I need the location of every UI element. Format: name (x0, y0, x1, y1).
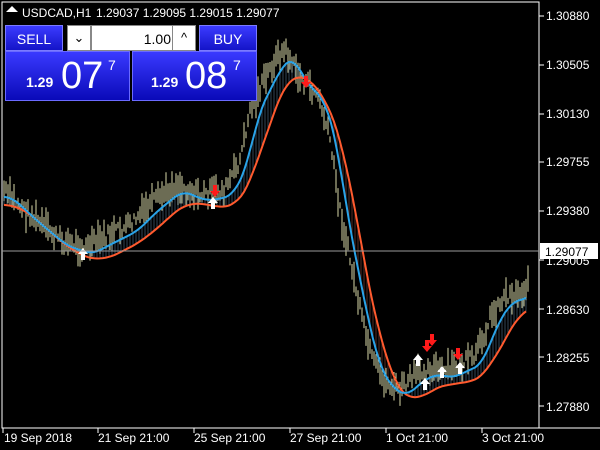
time-label: 19 Sep 2018 (4, 431, 72, 445)
sell-button[interactable]: SELL (5, 25, 63, 51)
buy-price-button[interactable]: 1.29 08 7 (132, 51, 257, 101)
price-label: 1.30880 (546, 9, 590, 23)
buy-price-pips: 08 (185, 55, 228, 97)
time-label: 21 Sep 21:00 (98, 431, 170, 445)
sell-price-button[interactable]: 1.29 07 7 (5, 51, 130, 101)
moving-average-lines (3, 60, 527, 399)
trade-panel-top-row: SELL ⌄ 1.00 ^ BUY (5, 25, 257, 51)
price-axis: 1.30880 1.30505 1.30130 1.29755 1.29380 … (539, 9, 598, 414)
price-label: 1.27880 (546, 400, 590, 414)
current-price-label: 1.29077 (545, 245, 589, 259)
ohlc-values: 1.29037 1.29095 1.29015 1.29077 (96, 6, 280, 20)
one-click-trading-panel: SELL ⌄ 1.00 ^ BUY 1.29 07 7 1.29 08 7 (5, 25, 257, 101)
time-label: 27 Sep 21:00 (290, 431, 362, 445)
sell-price-prefix: 1.29 (26, 74, 54, 90)
lot-decrease-button[interactable]: ⌄ (67, 25, 91, 51)
price-label: 1.28255 (546, 351, 590, 365)
time-label: 25 Sep 21:00 (194, 431, 266, 445)
price-label: 1.30130 (546, 107, 590, 121)
sell-price-pips: 07 (61, 55, 104, 97)
sell-price-fraction: 7 (108, 57, 116, 73)
buy-arrow-icon (420, 378, 430, 390)
time-label: 3 Oct 21:00 (482, 431, 544, 445)
symbol-name: USDCAD,H1 (22, 6, 92, 20)
buy-price-fraction: 7 (233, 57, 241, 73)
symbol-header: USDCAD,H1 1.29037 1.29095 1.29015 1.2907… (6, 6, 280, 20)
collapse-triangle-icon[interactable] (6, 6, 18, 12)
price-label: 1.28630 (546, 303, 590, 317)
buy-price-prefix: 1.29 (151, 74, 179, 90)
price-label: 1.29755 (546, 155, 590, 169)
lot-increase-button[interactable]: ^ (172, 25, 196, 51)
price-label: 1.30505 (546, 58, 590, 72)
price-label: 1.29380 (546, 204, 590, 218)
buy-button[interactable]: BUY (199, 25, 257, 51)
time-axis: 19 Sep 2018 21 Sep 21:00 25 Sep 21:00 27… (2, 428, 544, 445)
time-label: 1 Oct 21:00 (386, 431, 448, 445)
